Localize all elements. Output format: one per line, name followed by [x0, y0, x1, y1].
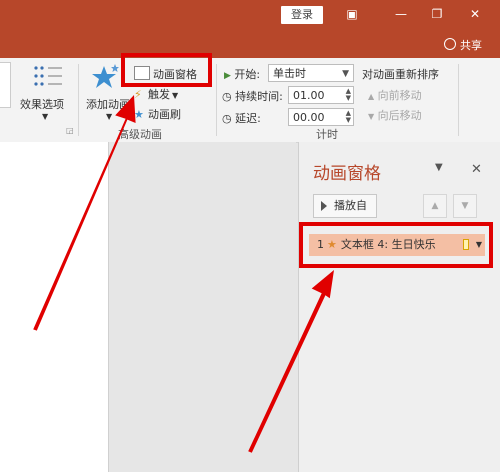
arrow-to-ribbon-button — [33, 95, 136, 331]
powerpoint-window: 登录 ▣ — ❐ ✕ 共享 效果选项 ▼ ◲ 添加动画 ▼ 动画窗格 ⚡ 触发 … — [0, 0, 500, 472]
arrow-to-animation-item — [248, 270, 334, 453]
annotation-arrows — [33, 95, 334, 453]
